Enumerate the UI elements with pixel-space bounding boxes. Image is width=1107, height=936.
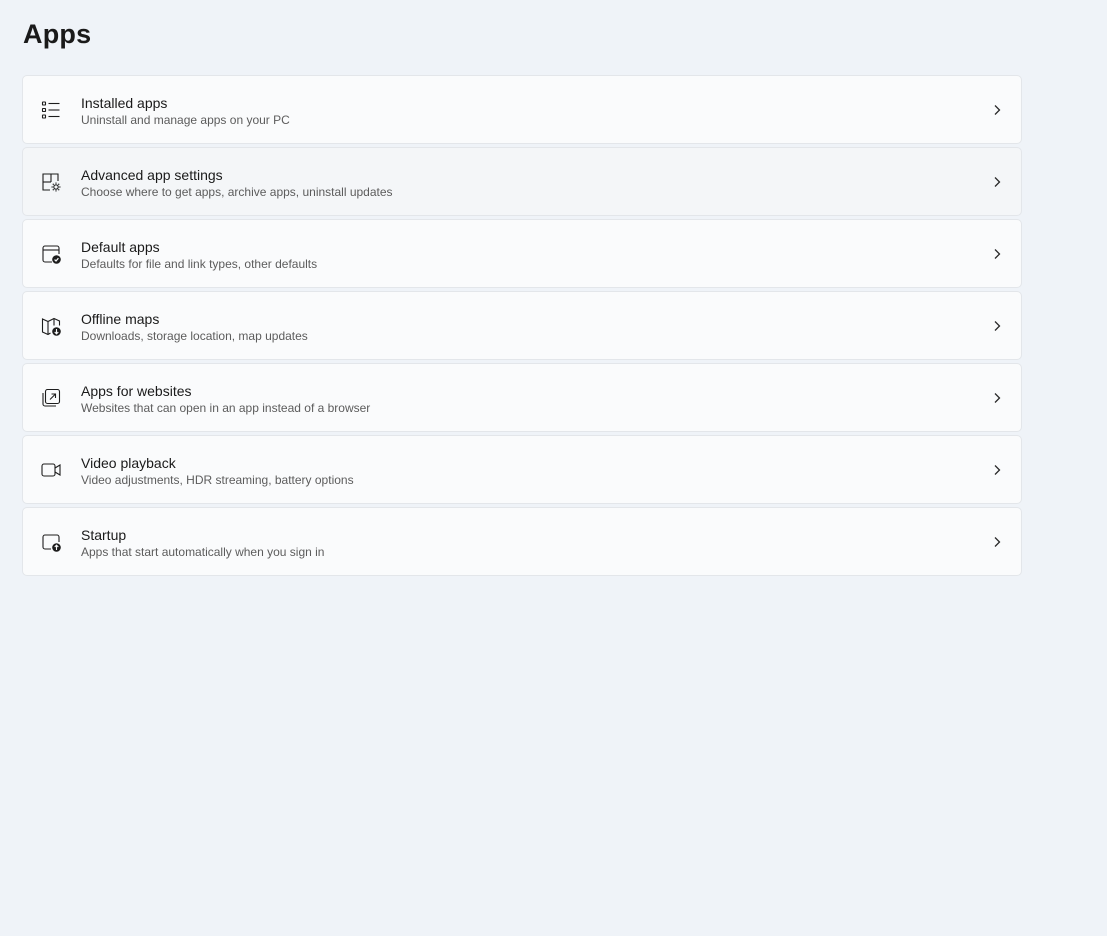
item-description: Choose where to get apps, archive apps, … — [81, 185, 393, 199]
list-icon — [40, 99, 62, 121]
default-apps-icon — [40, 243, 62, 265]
item-title: Installed apps — [81, 95, 168, 111]
item-description: Video adjustments, HDR streaming, batter… — [81, 473, 354, 487]
item-title: Advanced app settings — [81, 167, 223, 183]
item-description: Uninstall and manage apps on your PC — [81, 113, 290, 127]
item-title: Offline maps — [81, 311, 160, 327]
advanced-app-settings-item[interactable]: Advanced app settings Choose where to ge… — [22, 147, 1022, 216]
item-title: Apps for websites — [81, 383, 192, 399]
chevron-right-icon — [991, 247, 1003, 261]
startup-icon — [40, 531, 62, 553]
item-title: Default apps — [81, 239, 160, 255]
item-description: Defaults for file and link types, other … — [81, 257, 318, 271]
item-description: Websites that can open in an app instead… — [81, 401, 371, 415]
offline-maps-item[interactable]: Offline maps Downloads, storage location… — [22, 291, 1022, 360]
item-title: Video playback — [81, 455, 176, 471]
item-title: Startup — [81, 527, 127, 543]
chevron-right-icon — [991, 535, 1003, 549]
startup-item[interactable]: Startup Apps that start automatically wh… — [22, 507, 1022, 576]
default-apps-item[interactable]: Default apps Defaults for file and link … — [22, 219, 1022, 288]
video-playback-item[interactable]: Video playback Video adjustments, HDR st… — [22, 435, 1022, 504]
chevron-right-icon — [991, 463, 1003, 477]
settings-list: Installed apps Uninstall and manage apps… — [22, 75, 1022, 579]
chevron-right-icon — [991, 319, 1003, 333]
item-description: Downloads, storage location, map updates — [81, 329, 308, 343]
video-camera-icon — [40, 459, 62, 481]
chevron-right-icon — [991, 103, 1003, 117]
chevron-right-icon — [991, 391, 1003, 405]
page-title: Apps — [23, 19, 92, 49]
installed-apps-item[interactable]: Installed apps Uninstall and manage apps… — [22, 75, 1022, 144]
chevron-right-icon — [991, 175, 1003, 189]
item-description: Apps that start automatically when you s… — [81, 545, 325, 559]
apps-for-websites-item[interactable]: Apps for websites Websites that can open… — [22, 363, 1022, 432]
app-settings-icon — [40, 171, 62, 193]
open-in-app-icon — [40, 387, 62, 409]
map-download-icon — [40, 315, 62, 337]
